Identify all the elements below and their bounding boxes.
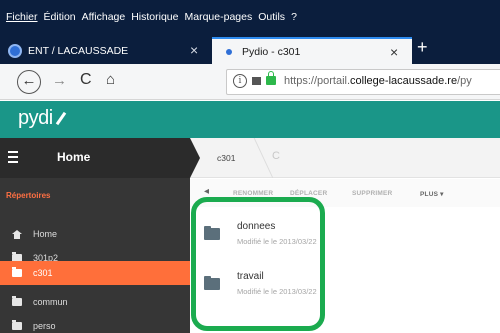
main-panel: c301 C ◂ RENOMMER DÉPLACER SUPPRIMER PLU…: [190, 138, 500, 333]
back-arrow-icon[interactable]: ←: [17, 70, 41, 94]
folder-icon: [12, 320, 22, 330]
delete-button[interactable]: SUPPRIMER: [352, 190, 392, 197]
menu-historique[interactable]: Historique: [131, 11, 178, 23]
pydio-favicon-icon: [226, 48, 232, 55]
breadcrumb-current[interactable]: c301: [217, 153, 235, 163]
file-row-travail[interactable]: travail Modifié le le 2013/03/22: [190, 260, 500, 308]
refresh-icon[interactable]: C: [272, 150, 280, 162]
breadcrumb-separator: [240, 138, 274, 178]
info-icon[interactable]: i: [233, 74, 247, 88]
section-title-repertoires: Répertoires: [6, 191, 51, 200]
navigation-bar: ← → C ⌂ i https://portail.college-lacaus…: [0, 64, 500, 100]
close-tab-icon[interactable]: ×: [390, 44, 398, 60]
lock-icon[interactable]: [266, 71, 276, 85]
house-icon: [12, 230, 22, 239]
breadcrumb: c301 C: [190, 138, 500, 178]
tab-title: ENT / LACAUSSADE: [28, 44, 129, 57]
home-icon[interactable]: ⌂: [106, 71, 115, 88]
file-modified: Modifié le le 2013/03/22: [237, 237, 317, 246]
rename-button[interactable]: RENOMMER: [233, 190, 273, 197]
url-bar[interactable]: i https://portail.college-lacaussade.re/…: [226, 69, 500, 95]
app-header: pydi: [0, 101, 500, 138]
new-tab-icon[interactable]: +: [417, 37, 428, 58]
ent-favicon-icon: [8, 43, 22, 58]
tab-title: Pydio - c301: [242, 45, 301, 58]
move-button[interactable]: DÉPLACER: [290, 190, 327, 197]
camera-permission-icon[interactable]: [252, 77, 261, 85]
forward-arrow-icon[interactable]: →: [52, 72, 67, 89]
menu-outils[interactable]: Outils: [258, 11, 285, 23]
file-row-donnees[interactable]: donnees Modifié le le 2013/03/22: [190, 210, 500, 258]
close-tab-icon[interactable]: ×: [190, 42, 198, 58]
folder-icon: [12, 267, 22, 277]
reload-icon[interactable]: C: [80, 71, 92, 89]
back-icon[interactable]: ◂: [204, 186, 209, 197]
tab-ent-lacaussade[interactable]: ENT / LACAUSSADE ×: [0, 37, 212, 64]
sidebar-item-c301[interactable]: c301: [0, 261, 190, 285]
breadcrumb-arrow: [190, 138, 200, 178]
menu-fichier[interactable]: Fichier: [6, 11, 38, 23]
hamburger-menu-icon[interactable]: [8, 151, 18, 166]
sidebar-title: Home: [57, 150, 91, 164]
menu-aide[interactable]: ?: [291, 11, 297, 23]
menu-marque-pages[interactable]: Marque-pages: [185, 11, 253, 23]
sidebar: Home Répertoires Home 301p2 c301 commun …: [0, 138, 190, 333]
menu-affichage[interactable]: Affichage: [82, 11, 126, 23]
tab-pydio-c301[interactable]: Pydio - c301 ×: [212, 37, 412, 64]
pydio-logo[interactable]: pydi: [18, 107, 68, 130]
sidebar-item-home[interactable]: Home: [0, 222, 190, 246]
sidebar-item-perso[interactable]: perso: [0, 314, 190, 333]
feather-icon: [55, 111, 66, 126]
action-toolbar: ◂ RENOMMER DÉPLACER SUPPRIMER PLUS ▾: [190, 179, 500, 207]
folder-icon: [12, 296, 22, 306]
more-button[interactable]: PLUS ▾: [420, 190, 444, 198]
file-name[interactable]: donnees: [237, 221, 275, 232]
url-text[interactable]: https://portail.college-lacaussade.re/py: [284, 75, 472, 87]
sidebar-item-commun[interactable]: commun: [0, 290, 190, 314]
folder-icon: [204, 276, 220, 290]
file-modified: Modifié le le 2013/03/22: [237, 287, 317, 296]
menu-bar: Fichier Édition Affichage Historique Mar…: [0, 0, 500, 34]
menu-edition[interactable]: Édition: [44, 11, 76, 23]
file-name[interactable]: travail: [237, 271, 264, 282]
folder-icon: [204, 226, 220, 240]
sidebar-header: Home: [0, 138, 190, 178]
